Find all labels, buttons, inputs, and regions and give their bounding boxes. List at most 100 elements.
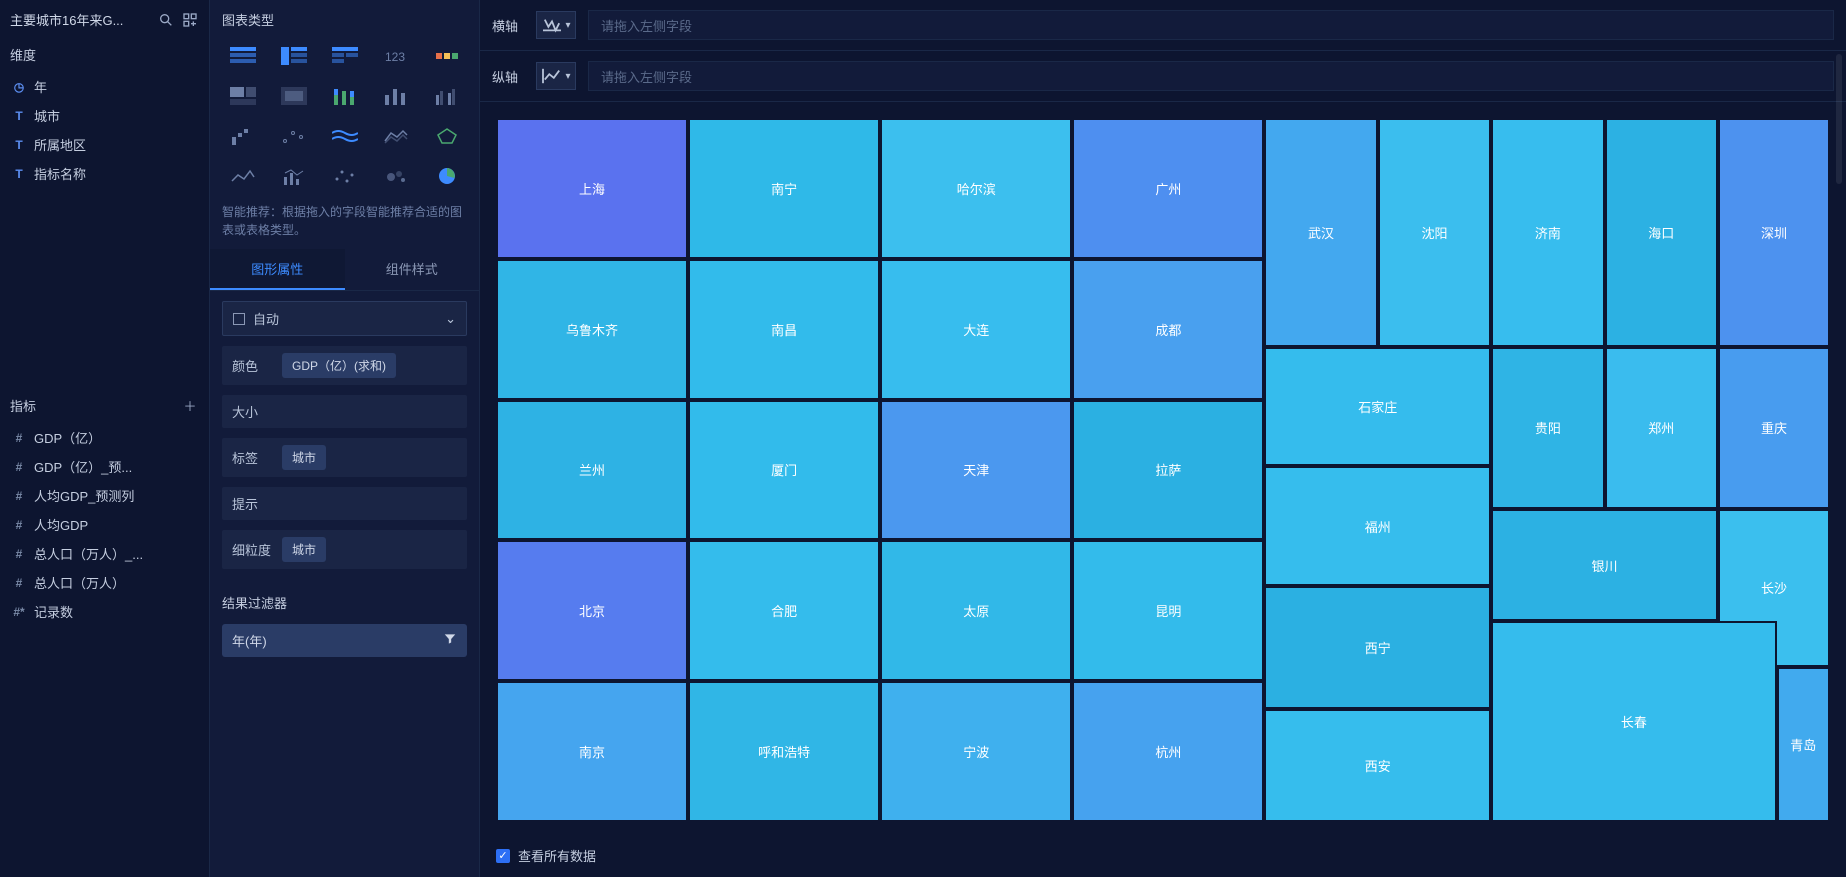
chart-stream[interactable] [324,121,365,151]
treemap-cell[interactable]: 成都 [1072,259,1264,400]
fine-field-chip[interactable]: 城市 [282,537,326,562]
x-axis-dropzone[interactable]: 请拖入左侧字段 [588,10,1834,40]
measures-header: 指标 ＋ [0,388,209,423]
dim-indicator[interactable]: T指标名称 [0,159,209,188]
dim-region[interactable]: T所属地区 [0,130,209,159]
treemap-cell[interactable]: 兰州 [496,400,688,541]
prop-fine[interactable]: 细粒度 城市 [222,530,467,569]
chart-bubble[interactable] [375,161,416,191]
prop-label[interactable]: 标签 城市 [222,438,467,477]
search-icon[interactable] [157,11,175,29]
x-axis-bar: 横轴 ▾ 请拖入左侧字段 [480,0,1846,51]
dim-year[interactable]: ◷年 [0,72,209,101]
treemap-cell[interactable]: 杭州 [1072,681,1264,822]
treemap-cell[interactable]: 南昌 [688,259,880,400]
dim-city[interactable]: T城市 [0,101,209,130]
meas-count[interactable]: #*记录数 [0,597,209,626]
chart-kpi[interactable]: 123 [375,41,416,71]
treemap-cell[interactable]: 济南 [1491,118,1604,347]
treemap-cell[interactable]: 长春 [1491,621,1776,822]
hash-icon: # [12,460,26,474]
meas-pop[interactable]: #总人口（万人） [0,568,209,597]
clock-icon: ◷ [12,80,26,94]
meas-pcgdp-pred[interactable]: #人均GDP_预测列 [0,481,209,510]
treemap-cell[interactable]: 青岛 [1777,667,1830,822]
treemap-cell[interactable]: 海口 [1605,118,1718,347]
chart-heatmap[interactable] [273,81,314,111]
treemap-cell[interactable]: 福州 [1264,466,1491,586]
tab-component-style[interactable]: 组件样式 [345,249,480,290]
chart-waterfall[interactable] [222,121,263,151]
chart-type-title: 图表类型 [210,0,479,35]
color-field-chip[interactable]: GDP（亿）(求和) [282,353,396,378]
chart-stacked-bar[interactable] [324,81,365,111]
funnel-icon [443,632,457,649]
chevron-down-icon: ⌄ [445,311,456,327]
chart-area-line[interactable] [375,121,416,151]
treemap-cell[interactable]: 合肥 [688,540,880,681]
chart-bar[interactable] [375,81,416,111]
treemap-cell[interactable]: 大连 [880,259,1072,400]
tab-graph-props[interactable]: 图形属性 [210,249,345,290]
treemap-cell[interactable]: 广州 [1072,118,1264,259]
treemap-cell[interactable]: 银川 [1491,509,1718,622]
filter-title: 结果过滤器 [210,579,479,620]
treemap-cell[interactable]: 厦门 [688,400,880,541]
treemap-cell[interactable]: 太原 [880,540,1072,681]
chart-radar[interactable] [426,121,467,151]
meas-pcgdp[interactable]: #人均GDP [0,510,209,539]
treemap-cell[interactable]: 哈尔滨 [880,118,1072,259]
chart-bar-compare[interactable] [426,81,467,111]
chart-gauge[interactable] [426,41,467,71]
chart-cross-table[interactable] [273,41,314,71]
hash-icon: #* [12,605,26,619]
chart-scatter[interactable] [324,161,365,191]
chart-scatter-line[interactable] [273,121,314,151]
treemap-cell[interactable]: 天津 [880,400,1072,541]
chart-detail-table[interactable] [324,41,365,71]
shape-select[interactable]: 自动 ⌄ [222,301,467,336]
prop-tooltip[interactable]: 提示 [222,487,467,520]
chart-line[interactable] [222,161,263,191]
treemap-cell[interactable]: 南宁 [688,118,880,259]
treemap-cell[interactable]: 西宁 [1264,586,1491,709]
meas-gdp-pred[interactable]: #GDP（亿）_预... [0,452,209,481]
chart-pie[interactable] [426,161,467,191]
treemap-cell[interactable]: 重庆 [1718,347,1830,509]
y-axis-dropzone[interactable]: 请拖入左侧字段 [588,61,1834,91]
prop-color[interactable]: 颜色 GDP（亿）(求和) [222,346,467,385]
filter-year-chip[interactable]: 年(年) [222,624,467,657]
datasource-header: 主要城市16年来G... [0,6,209,37]
treemap-cell[interactable]: 深圳 [1718,118,1830,347]
treemap-cell[interactable]: 南京 [496,681,688,822]
treemap-cell[interactable]: 郑州 [1605,347,1718,509]
treemap-cell[interactable]: 上海 [496,118,688,259]
meas-gdp[interactable]: #GDP（亿） [0,423,209,452]
x-axis-type-button[interactable]: ▾ [536,11,576,39]
dataset-switch-icon[interactable] [181,11,199,29]
view-all-checkbox[interactable]: ✓ [496,849,510,863]
treemap-cell[interactable]: 武汉 [1264,118,1377,347]
treemap-cell[interactable]: 昆明 [1072,540,1264,681]
prop-size[interactable]: 大小 [222,395,467,428]
treemap-cell[interactable]: 呼和浩特 [688,681,880,822]
treemap-cell[interactable]: 乌鲁木齐 [496,259,688,400]
label-field-chip[interactable]: 城市 [282,445,326,470]
treemap-cell[interactable]: 石家庄 [1264,347,1491,467]
text-icon: T [12,109,26,123]
add-measure-icon[interactable]: ＋ [181,397,199,415]
treemap-cell[interactable]: 北京 [496,540,688,681]
chart-bar-line[interactable] [273,161,314,191]
treemap-cell[interactable]: 拉萨 [1072,400,1264,541]
treemap-cell[interactable]: 沈阳 [1378,118,1491,347]
chart-group-table[interactable] [222,41,263,71]
treemap-cell[interactable]: 西安 [1264,709,1491,822]
y-axis-type-button[interactable]: ▾ [536,62,576,90]
treemap[interactable]: 上海南宁哈尔滨广州乌鲁木齐南昌大连成都兰州厦门天津拉萨北京合肥太原昆明南京呼和浩… [496,118,1830,822]
view-all-label[interactable]: 查看所有数据 [518,846,596,865]
meas-pop-pred[interactable]: #总人口（万人）_... [0,539,209,568]
treemap-cell[interactable]: 宁波 [880,681,1072,822]
treemap-cell[interactable]: 贵阳 [1491,347,1604,509]
chart-partition[interactable] [222,81,263,111]
chart-type-grid: 123 [210,35,479,197]
